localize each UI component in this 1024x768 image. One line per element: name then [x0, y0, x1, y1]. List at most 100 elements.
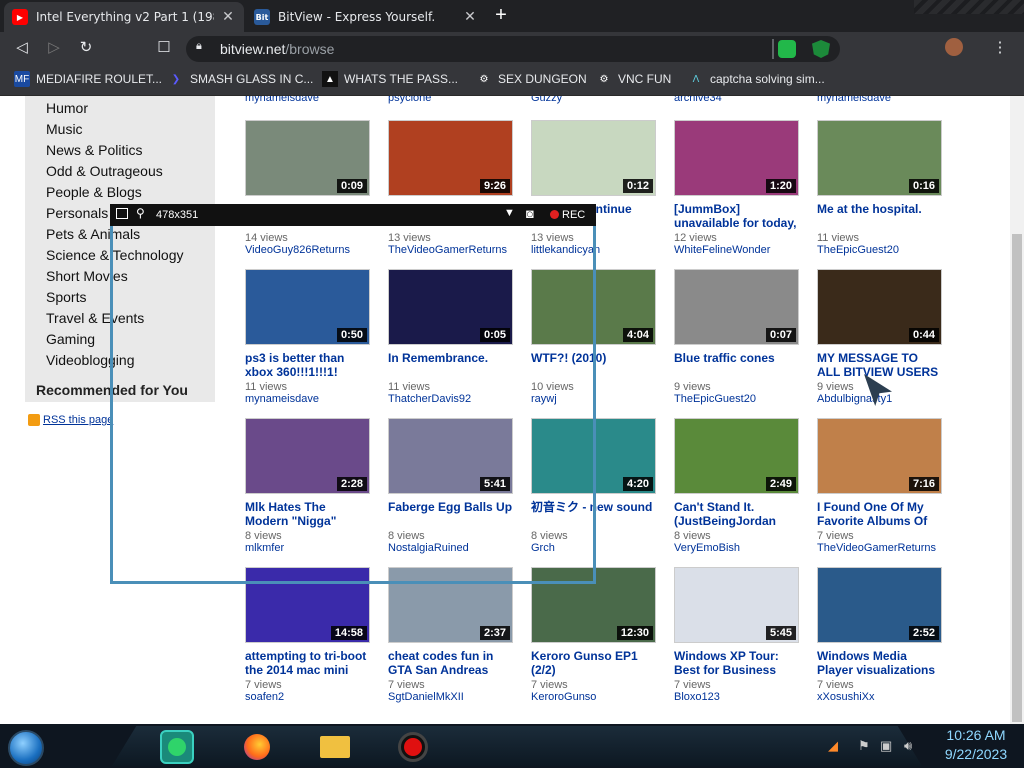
video-thumbnail[interactable]: 0:07	[674, 269, 799, 345]
bookmark-sex-dungeon[interactable]: ⚙ SEX DUNGEON	[476, 71, 587, 87]
category-link[interactable]: Personals	[46, 205, 108, 221]
video-card[interactable]: 2:49 Can't Stand It. (JustBeingJordan 8 vi…	[674, 418, 799, 554]
volume-icon[interactable]: 🔊︎	[904, 738, 912, 754]
video-thumbnail[interactable]: 7:16	[817, 418, 942, 494]
video-card[interactable]: 0:07 Blue traffic cones 9 views TheEpicGues…	[674, 269, 799, 405]
record-button[interactable]: REC	[562, 209, 585, 221]
close-tab-icon[interactable]: ✕	[220, 9, 236, 25]
video-views: 12 views	[674, 232, 717, 244]
new-tab-button[interactable]: +	[490, 5, 512, 27]
video-title-link[interactable]: attempting to tri-boot the 2014 mac mini	[245, 649, 370, 677]
video-thumbnail[interactable]: 5:45	[674, 567, 799, 643]
reload-icon[interactable]: ↻	[76, 38, 96, 58]
video-card[interactable]: 1:20 [JummBox] unavailable for today, 12 v…	[674, 120, 799, 256]
video-user-link[interactable]: TheVideoGamerReturns	[817, 542, 942, 554]
video-title-link[interactable]: Blue traffic cones	[674, 351, 799, 379]
video-user-link[interactable]: Bloxo123	[674, 691, 799, 703]
action-center-icon[interactable]: ⚑	[858, 738, 870, 754]
tray-app-icon[interactable]: ◢	[828, 738, 838, 754]
video-thumbnail[interactable]: 0:12	[531, 120, 656, 196]
back-icon[interactable]: ◁	[12, 38, 32, 58]
forward-icon[interactable]: ▷	[44, 38, 64, 58]
category-link[interactable]: Music	[46, 121, 83, 137]
video-card[interactable]: 14:58 attempting to tri-boot the 2014 mac…	[245, 567, 370, 703]
video-user-link[interactable]: VeryEmoBish	[674, 542, 799, 554]
menu-icon[interactable]: ⋮	[990, 38, 1010, 58]
profile-avatar[interactable]	[945, 38, 963, 56]
video-title-link[interactable]: Me at the hospital.	[817, 202, 942, 230]
video-thumbnail[interactable]: 9:26	[388, 120, 513, 196]
video-title-link[interactable]: Windows XP Tour: Best for Business	[674, 649, 799, 677]
category-link[interactable]: Odd & Outrageous	[46, 163, 163, 179]
video-title-link[interactable]: cheat codes fun in GTA San Andreas	[388, 649, 513, 677]
video-thumbnail[interactable]: 0:44	[817, 269, 942, 345]
video-card[interactable]: 2:37 cheat codes fun in GTA San Andreas 7 …	[388, 567, 513, 703]
bookmark-whats-the-pass[interactable]: ▲ WHATS THE PASS...	[322, 71, 458, 87]
video-user-link[interactable]: soafen2	[245, 691, 370, 703]
video-thumbnail[interactable]: 0:16	[817, 120, 942, 196]
bookmark-icon: ⚙	[599, 73, 609, 85]
extension-icon[interactable]	[778, 40, 796, 58]
video-card[interactable]: 12:30 Keroro Gunso EP1 (2/2) 7 views Keroro…	[531, 567, 656, 703]
video-title-link[interactable]: Can't Stand It. (JustBeingJordan	[674, 500, 799, 528]
bookmark-label: SEX DUNGEON	[498, 72, 587, 86]
video-user-link[interactable]: TheEpicGuest20	[817, 244, 942, 256]
firefox-icon[interactable]	[240, 730, 274, 764]
notes-app-icon[interactable]	[160, 730, 194, 764]
video-user-link[interactable]: mynameisdave	[245, 96, 319, 104]
video-title-link[interactable]: MY MESSAGE TO ALL BITVIEW USERS	[817, 351, 942, 379]
video-user-link[interactable]: mynameisdave	[817, 96, 891, 104]
video-views: 7 views	[674, 679, 711, 691]
scrollbar-thumb[interactable]	[1012, 234, 1022, 722]
network-icon[interactable]: ▣	[880, 738, 892, 754]
video-card[interactable]: 7:16 I Found One Of My Favorite Albums Of…	[817, 418, 942, 554]
close-tab-icon[interactable]: ✕	[462, 9, 478, 25]
video-title-link[interactable]: I Found One Of My Favorite Albums Of	[817, 500, 942, 528]
category-link[interactable]: Humor	[46, 100, 88, 116]
camera-icon[interactable]: ◙	[526, 206, 534, 221]
category-link[interactable]: Sports	[46, 289, 86, 305]
file-explorer-icon[interactable]	[318, 730, 352, 764]
video-title-link[interactable]: Keroro Gunso EP1 (2/2)	[531, 649, 656, 677]
category-link[interactable]: People & Blogs	[46, 184, 142, 200]
video-user-link[interactable]: Guzzy	[531, 96, 562, 104]
system-clock[interactable]: 10:26 AM 9/22/2023	[936, 726, 1016, 764]
video-card[interactable]: 5:45 Windows XP Tour: Best for Business 7 …	[674, 567, 799, 703]
scrollbar[interactable]	[1010, 96, 1024, 724]
bookmark-vnc-fun[interactable]: ⚙ VNC FUN	[596, 71, 672, 87]
video-user-link[interactable]: psyclone	[388, 96, 431, 104]
video-title-link[interactable]: Windows Media Player visualizations	[817, 649, 942, 677]
window-icon[interactable]	[116, 208, 128, 219]
video-title-link[interactable]: [JummBox] unavailable for today,	[674, 202, 799, 230]
video-thumbnail[interactable]: 2:52	[817, 567, 942, 643]
taskbar-panel	[112, 726, 922, 766]
video-thumbnail[interactable]: 1:20	[674, 120, 799, 196]
video-card[interactable]: 0:16 Me at the hospital. 11 views TheEpicGu…	[817, 120, 942, 256]
video-thumbnail[interactable]: 0:09	[245, 120, 370, 196]
video-user-link[interactable]: KeroroGunso	[531, 691, 656, 703]
category-link[interactable]: News & Politics	[46, 142, 142, 158]
category-link[interactable]: Gaming	[46, 331, 95, 347]
rss-link[interactable]: RSS this page	[28, 414, 113, 426]
zoom-icon[interactable]: ⚲	[136, 206, 145, 220]
capture-region-frame[interactable]	[110, 204, 596, 584]
video-user-link[interactable]: WhiteFelineWonder	[674, 244, 799, 256]
bookmark-smash-glass[interactable]: ❯ SMASH GLASS IN C...	[168, 71, 314, 87]
bookmark-label: VNC FUN	[618, 72, 672, 86]
start-button[interactable]	[8, 730, 44, 766]
tab-intel-everything[interactable]: ▶ Intel Everything v2 Part 1 (1984-20 ✕	[4, 2, 244, 32]
video-thumbnail[interactable]: 2:49	[674, 418, 799, 494]
video-user-link[interactable]: Abdulbignasty1	[817, 393, 942, 405]
bookmark-captcha[interactable]: Λcaptcha solving sim...	[688, 71, 825, 87]
video-user-link[interactable]: TheEpicGuest20	[674, 393, 799, 405]
video-user-link[interactable]: archive34	[674, 96, 722, 104]
video-user-link[interactable]: xXosushiXx	[817, 691, 942, 703]
chevron-down-icon[interactable]: ▼	[504, 207, 515, 219]
video-card[interactable]: 2:52 Windows Media Player visualizations 7…	[817, 567, 942, 703]
bookmark-star-icon[interactable]: ☐	[154, 38, 174, 58]
video-user-link[interactable]: SgtDanielMkXII	[388, 691, 513, 703]
tab-bitview[interactable]: Bit BitView - Express Yourself. ✕	[246, 2, 486, 32]
recorder-icon[interactable]	[396, 730, 430, 764]
video-duration: 0:09	[336, 179, 367, 193]
bookmark-mediafire[interactable]: MF MEDIAFIRE ROULET...	[14, 71, 162, 87]
